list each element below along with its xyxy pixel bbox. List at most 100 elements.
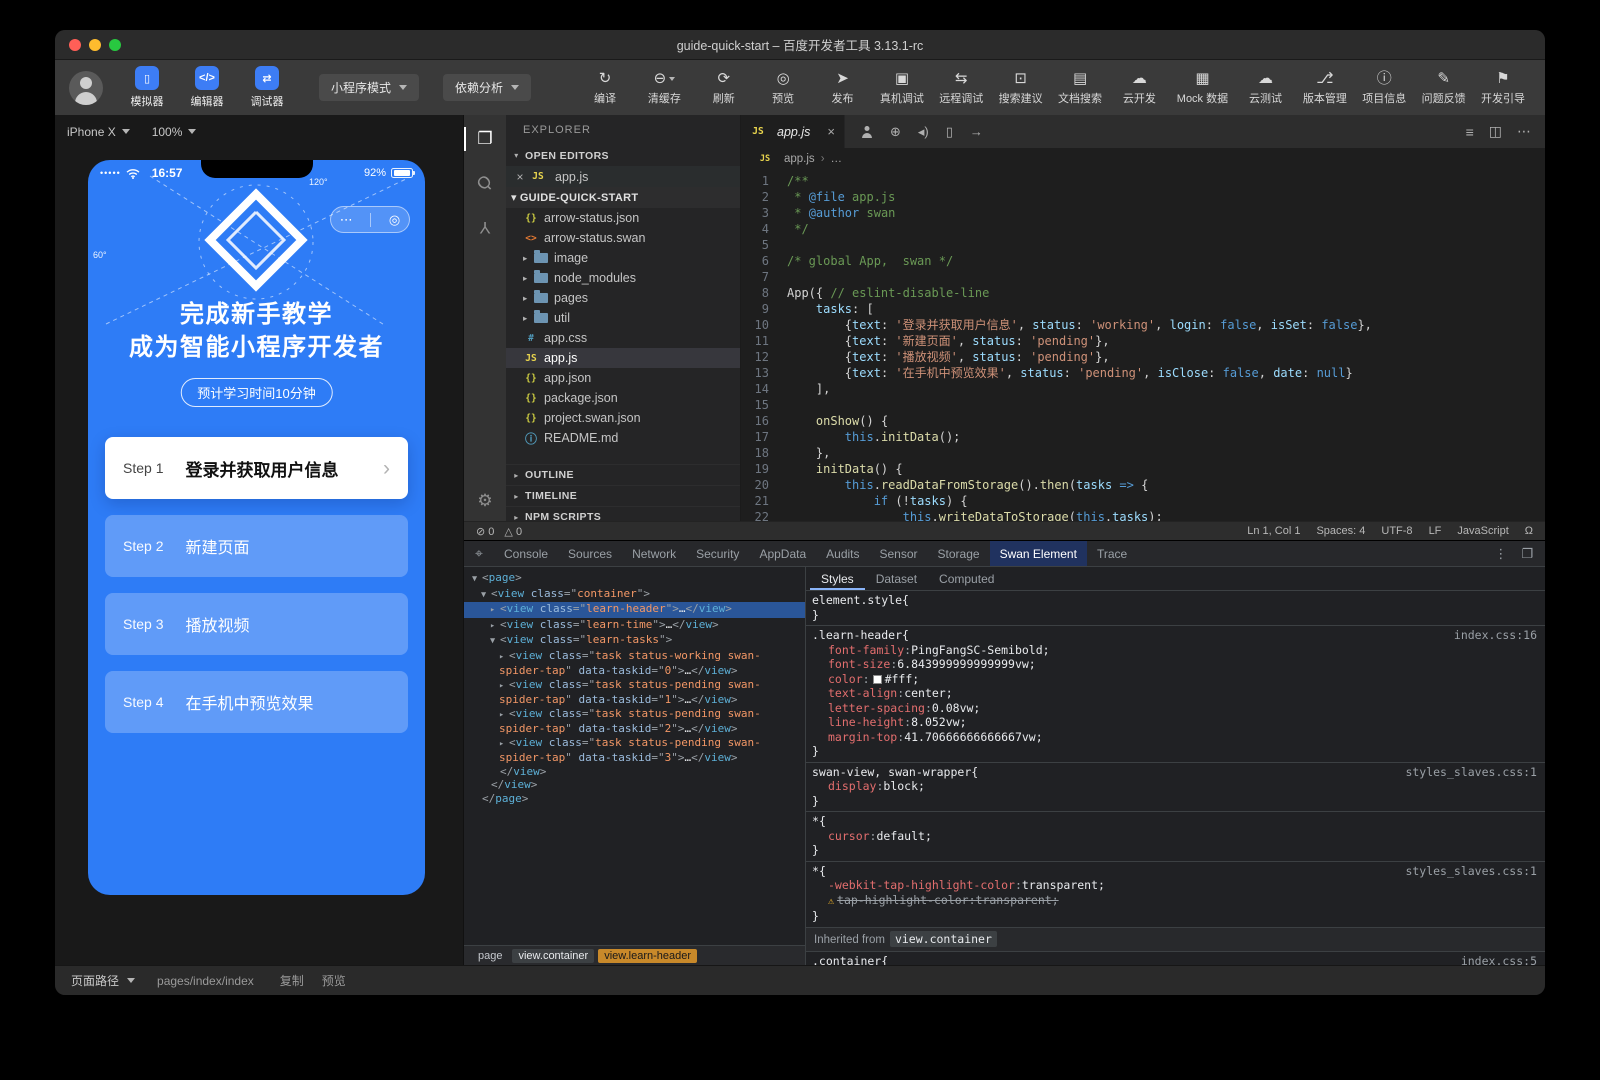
file-item-package.json[interactable]: {}package.json [506,388,740,408]
css-property[interactable]: letter-spacing:0.08vw; [812,701,1545,716]
devtools-tab-console[interactable]: Console [494,541,558,566]
mock-data-button[interactable]: ▦Mock 数据 [1177,70,1228,106]
dom-crumb-page[interactable]: page [472,949,508,963]
more-menu-icon[interactable]: ⋯ [340,212,353,228]
css-property[interactable]: ⚠tap-highlight-color:transparent; [812,893,1545,910]
path-action-预览[interactable]: 预览 [322,972,346,989]
expand-arrow-icon[interactable]: ▸ [499,738,509,752]
styles-tab-dataset[interactable]: Dataset [865,567,928,590]
stylesheet-link[interactable]: index.css:5 [1461,954,1545,965]
file-item-image[interactable]: ▸image [506,248,740,268]
open-editors-section[interactable]: ▾ OPEN EDITORS [506,145,740,166]
mode-button-debugger[interactable]: ⇄调试器 [241,66,293,109]
devtools-tab-trace[interactable]: Trace [1087,541,1137,566]
section-timeline[interactable]: ▸TIMELINE [506,485,740,506]
device-select[interactable]: iPhone X [67,125,130,139]
dropdown-dependency-analysis[interactable]: 依赖分析 [443,74,531,101]
section-outline[interactable]: ▸OUTLINE [506,464,740,485]
feedback-button[interactable]: ✎问题反馈 [1422,70,1466,106]
dom-crumb-view-container[interactable]: view.container [512,949,594,963]
path-action-复制[interactable]: 复制 [280,972,304,989]
file-item-app.json[interactable]: {}app.json [506,368,740,388]
dom-node[interactable]: ▸<view class="learn-header">…</view> [464,602,805,618]
remote-debug-button[interactable]: ⇆远程调试 [939,70,983,106]
rule-selector[interactable]: swan-view, swan-wrapper [812,765,971,780]
stylesheet-link[interactable]: styles_slaves.css:1 [1405,765,1545,780]
css-property[interactable]: font-family:PingFangSC-Semibold; [812,643,1545,658]
expand-arrow-icon[interactable]: ▼ [472,573,482,587]
stylesheet-link[interactable]: index.css:16 [1454,628,1545,643]
file-item-arrow-status.json[interactable]: {}arrow-status.json [506,208,740,228]
inspect-element-icon[interactable]: ⌖ [464,541,494,566]
styles-tab-computed[interactable]: Computed [928,567,1005,590]
dom-node[interactable]: ▸<view class="task status-working swan-s… [464,649,805,678]
status-spaces[interactable]: Spaces: 4 [1316,525,1365,537]
doc-search-button[interactable]: ▤文档搜索 [1058,70,1102,106]
speaker-icon[interactable]: ◂) [918,124,929,140]
expand-arrow-icon[interactable]: ▼ [490,635,500,649]
file-item-app.css[interactable]: #app.css [506,328,740,348]
file-item-node_modules[interactable]: ▸node_modules [506,268,740,288]
expand-arrow-icon[interactable]: ▸ [499,651,509,665]
devtools-tab-appdata[interactable]: AppData [749,541,816,566]
mode-button-editor[interactable]: </>编辑器 [181,66,233,109]
device-icon[interactable]: ▯ [946,124,953,140]
step-card-1[interactable]: Step 1登录并获取用户信息› [105,437,408,499]
status-javascript[interactable]: JavaScript [1457,525,1508,537]
split-editor-icon[interactable]: ◫ [1489,123,1502,140]
breadcrumb[interactable]: JS app.js › … [741,148,1545,170]
refresh-button[interactable]: ⟳刷新 [702,70,746,106]
expand-arrow-icon[interactable]: ▸ [490,620,500,634]
project-info-button[interactable]: ⓘ项目信息 [1362,70,1406,106]
file-item-project.swan.json[interactable]: {}project.swan.json [506,408,740,428]
devtools-tab-security[interactable]: Security [686,541,749,566]
css-property[interactable]: cursor:default; [812,829,1545,844]
close-icon[interactable]: × [514,170,526,184]
close-window-button[interactable] [69,39,81,51]
more-actions-icon[interactable]: ⋯ [1517,123,1531,140]
cloud-dev-button[interactable]: ☁云开发 [1117,70,1161,106]
devtools-tab-audits[interactable]: Audits [816,541,869,566]
settings-gear-icon[interactable]: ⚙ [464,491,506,511]
cloud-test-button[interactable]: ☁云测试 [1244,70,1288,106]
rule-selector[interactable]: .learn-header [812,628,902,643]
device-debug-button[interactable]: ▣真机调试 [880,70,924,106]
mode-button-simulator[interactable]: ▯模拟器 [121,66,173,109]
dom-node[interactable]: </view> [464,765,805,779]
zoom-select[interactable]: 100% [152,125,197,139]
styles-tab-styles[interactable]: Styles [810,567,865,590]
search-icon[interactable]: Ϙ [464,173,506,193]
dom-node[interactable]: ▼<view class="learn-tasks"> [464,633,805,649]
dev-guide-button[interactable]: ⚑开发引导 [1481,70,1525,106]
user-avatar[interactable] [69,71,103,105]
bell-icon[interactable]: Ω [1525,525,1533,537]
dom-node[interactable]: </view> [464,778,805,792]
problems-warnings[interactable]: △ 0 [504,525,522,538]
color-swatch[interactable] [873,675,882,684]
preview-button[interactable]: ◎预览 [761,70,805,106]
devtools-tab-swan-element[interactable]: Swan Element [990,541,1087,566]
file-item-README.md[interactable]: ⓘREADME.md [506,428,740,448]
compile-button[interactable]: ↻编译 [583,70,627,106]
problems-errors[interactable]: ⊘ 0 [476,525,494,538]
section-npm-scripts[interactable]: ▸NPM SCRIPTS [506,506,740,521]
dom-node[interactable]: ▸<view class="learn-time">…</view> [464,618,805,634]
expand-arrow-icon[interactable]: ▸ [490,604,500,618]
dom-node[interactable]: ▸<view class="task status-pending swan-s… [464,736,805,765]
step-card-4[interactable]: Step 4在手机中预览效果 [105,671,408,733]
devtools-tab-storage[interactable]: Storage [928,541,990,566]
open-editor-item[interactable]: × JS app.js [506,166,740,187]
close-circle-icon[interactable]: ◎ [389,212,400,228]
dom-node[interactable]: ▸<view class="task status-pending swan-s… [464,678,805,707]
file-item-app.js[interactable]: JSapp.js [506,348,740,368]
close-tab-icon[interactable]: × [827,124,835,139]
file-item-util[interactable]: ▸util [506,308,740,328]
dom-node[interactable]: ▼<page> [464,571,805,587]
code-area[interactable]: 1/**2 * @file app.js3 * @author swan4 */… [741,170,1545,521]
version-control-button[interactable]: ⎇版本管理 [1303,70,1347,106]
popout-arrow-icon[interactable]: → [970,124,983,139]
clear-cache-button[interactable]: ⊖清缓存 [642,70,686,106]
expand-arrow-icon[interactable]: ▸ [499,709,509,723]
compass-icon[interactable]: ⊕ [890,124,901,140]
css-property[interactable]: color:#fff; [812,672,1545,687]
